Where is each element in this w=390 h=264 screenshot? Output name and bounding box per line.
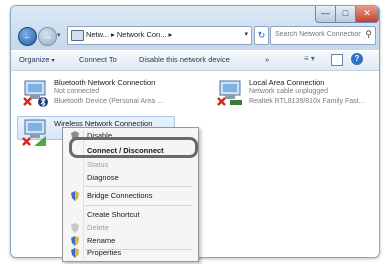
- disable-device-button[interactable]: Disable this network device: [139, 55, 230, 64]
- preview-pane-button[interactable]: [331, 54, 343, 66]
- organize-button[interactable]: Organize ▾: [19, 55, 54, 64]
- arrow-left-icon: ←: [23, 31, 32, 41]
- menu-item-bridge-connections[interactable]: Bridge Connections: [63, 189, 198, 203]
- back-button[interactable]: ←: [18, 27, 37, 46]
- forward-button[interactable]: →: [38, 27, 57, 46]
- menu-separator: [85, 186, 193, 187]
- help-button[interactable]: ?: [351, 53, 363, 65]
- highlight-ring: [69, 137, 198, 158]
- connection-name: Bluetooth Network Connection: [54, 78, 156, 87]
- refresh-button[interactable]: ↻: [254, 26, 269, 45]
- menu-item-label: Rename: [87, 236, 116, 245]
- menu-item-status[interactable]: Status: [63, 158, 198, 172]
- shield-icon: [71, 191, 79, 201]
- close-button[interactable]: ✕: [355, 6, 379, 23]
- connect-to-button[interactable]: Connect To: [79, 55, 117, 64]
- maximize-icon: □: [342, 8, 349, 18]
- minimize-button[interactable]: —: [315, 6, 336, 23]
- search-icon[interactable]: ⚲: [365, 29, 372, 40]
- search-box[interactable]: ⚲: [270, 26, 376, 45]
- shield-icon: [71, 248, 79, 258]
- menu-item-label: Status: [87, 160, 109, 169]
- organize-label: Organize: [19, 55, 50, 64]
- chevron-down-icon: ▾: [51, 58, 55, 64]
- menu-item-label: Diagnose: [87, 173, 119, 182]
- help-icon: ?: [354, 54, 360, 63]
- breadcrumb[interactable]: Netw... ▸ Network Con... ▸: [86, 30, 172, 39]
- menu-item-label: Bridge Connections: [87, 191, 153, 200]
- connection-name: Local Area Connection: [249, 78, 325, 87]
- close-icon: ✕: [363, 8, 371, 18]
- search-input[interactable]: [275, 29, 361, 40]
- address-dropdown-icon[interactable]: ▾: [244, 30, 248, 38]
- connection-status: Network cable unplugged: [249, 88, 328, 95]
- title-bar: — □ ✕ ← → ▾ Netw... ▸ Network Con... ▸ ▾…: [11, 6, 379, 50]
- refresh-icon: ↻: [257, 30, 266, 40]
- network-adapter-icon: [23, 80, 48, 108]
- menu-separator: [85, 205, 193, 206]
- maximize-button[interactable]: □: [335, 6, 356, 23]
- shield-icon: [71, 223, 79, 233]
- minimize-icon: —: [321, 8, 330, 18]
- change-view-button[interactable]: ≡ ▾: [304, 54, 324, 66]
- network-adapter-icon: [217, 80, 242, 106]
- command-bar: Organize ▾ Connect To Disable this networ…: [11, 51, 379, 71]
- view-icon: ≡ ▾: [304, 54, 315, 63]
- recent-pages-dropdown[interactable]: ▾: [57, 31, 61, 39]
- more-commands-button[interactable]: »: [265, 55, 269, 64]
- network-folder-icon: [71, 30, 84, 41]
- address-bar[interactable]: Netw... ▸ Network Con... ▸ ▾: [67, 26, 252, 45]
- menu-item-label: Delete: [87, 223, 109, 232]
- wireless-adapter-icon: [22, 119, 46, 146]
- arrow-right-icon: →: [43, 31, 52, 41]
- menu-item-label: Create Shortcut: [87, 210, 140, 219]
- menu-item-create-shortcut[interactable]: Create Shortcut: [63, 208, 198, 222]
- connection-device: Realtek RTL8139/810x Family Fast...: [249, 98, 365, 105]
- menu-item-diagnose[interactable]: Diagnose: [63, 171, 198, 185]
- shield-icon: [71, 236, 79, 246]
- connection-device: Bluetooth Device (Personal Area ...: [54, 98, 163, 105]
- menu-item-properties[interactable]: Properties: [63, 246, 198, 260]
- menu-item-delete[interactable]: Delete: [63, 221, 198, 235]
- menu-item-label: Properties: [87, 248, 122, 257]
- connection-status: Not connected: [54, 88, 100, 95]
